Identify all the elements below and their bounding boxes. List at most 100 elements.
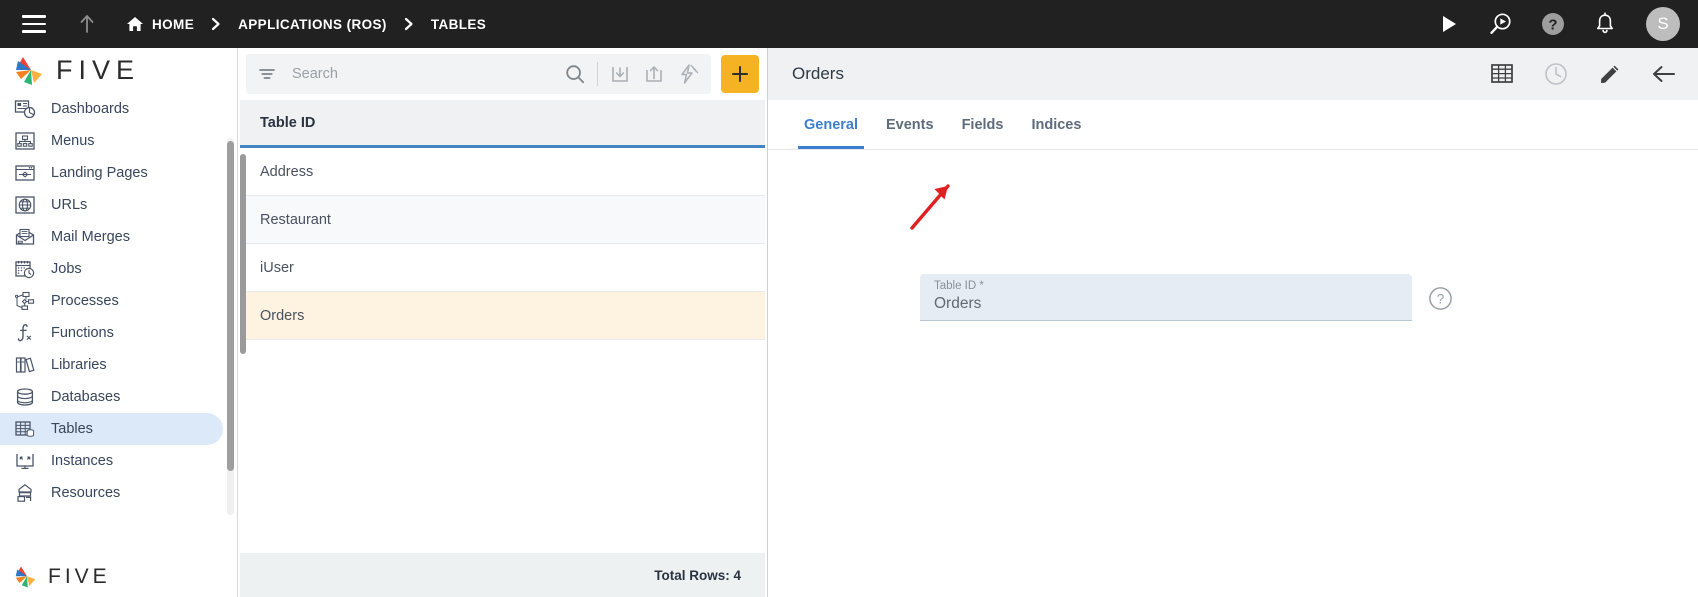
table-row[interactable]: Restaurant [240, 196, 765, 244]
functions-integral-icon [12, 321, 38, 345]
help-icon[interactable]: ? [1538, 9, 1568, 39]
detail-tabs: General Events Fields Indices [768, 100, 1698, 150]
breadcrumb-separator-icon [404, 17, 414, 31]
page-title: Orders [792, 64, 844, 83]
resources-icon [12, 481, 38, 505]
sidebar-item-jobs[interactable]: Jobs [0, 253, 223, 285]
sidebar-footer-logo: FIVE [0, 557, 237, 597]
sidebar: FIVE Dashboards Menus Landing Pages URLs… [0, 48, 238, 597]
breadcrumb-item-tables[interactable]: TABLES [431, 17, 486, 32]
sidebar-item-databases[interactable]: Databases [0, 381, 223, 413]
detail-header: Orders [768, 48, 1698, 100]
main-body: FIVE Dashboards Menus Landing Pages URLs… [0, 48, 1698, 597]
total-rows-label: Total Rows: 4 [654, 567, 741, 583]
table-row-label: Address [260, 163, 314, 180]
list-footer: Total Rows: 4 [240, 553, 765, 597]
sidebar-item-label: Functions [51, 325, 114, 341]
list-scrollbar-thumb[interactable] [240, 154, 246, 354]
data-grid-icon[interactable] [1488, 60, 1516, 88]
sidebar-nav: Dashboards Menus Landing Pages URLs Mail… [0, 93, 237, 557]
landing-pages-icon [12, 161, 38, 185]
history-clock-icon[interactable] [1542, 60, 1570, 88]
sidebar-item-menus[interactable]: Menus [0, 125, 223, 157]
tab-fields[interactable]: Fields [948, 100, 1018, 149]
run-icon[interactable] [1434, 9, 1464, 39]
processes-flow-icon [12, 289, 38, 313]
table-id-field-row: Table ID * Orders ? [920, 274, 1453, 321]
table-row-selected[interactable]: Orders [240, 292, 765, 340]
tab-events[interactable]: Events [872, 100, 948, 149]
tables-list-panel: Table ID Address Restaurant iUser Orders [238, 48, 768, 597]
sidebar-item-mail-merges[interactable]: Mail Merges [0, 221, 223, 253]
breadcrumb-separator-icon [211, 17, 221, 31]
topbar-actions: ? S [1434, 7, 1680, 41]
list-column-header[interactable]: Table ID [240, 100, 765, 148]
tab-label: Events [886, 116, 934, 133]
sidebar-scrollbar-thumb[interactable] [227, 141, 234, 471]
sidebar-item-libraries[interactable]: Libraries [0, 349, 223, 381]
urls-globe-icon [12, 193, 38, 217]
libraries-books-icon [12, 353, 38, 377]
sidebar-item-instances[interactable]: Instances [0, 445, 223, 477]
hamburger-menu-icon[interactable] [22, 15, 46, 33]
jobs-calendar-clock-icon [12, 257, 38, 281]
sidebar-item-processes[interactable]: Processes [0, 285, 223, 317]
top-navigation-bar: HOME APPLICATIONS (ROS) TABLES ? S [0, 0, 1698, 52]
filter-icon[interactable] [252, 66, 282, 82]
tab-general[interactable]: General [790, 100, 872, 149]
app-window: HOME APPLICATIONS (ROS) TABLES ? S FIVE … [0, 0, 1698, 597]
table-row[interactable]: iUser [240, 244, 765, 292]
svg-text:?: ? [1437, 292, 1445, 307]
sidebar-logo[interactable]: FIVE [0, 48, 237, 93]
sidebar-item-label: Resources [51, 485, 121, 501]
breadcrumb-label: TABLES [430, 16, 487, 32]
sidebar-item-dashboards[interactable]: Dashboards [0, 93, 223, 125]
breadcrumb-item-home[interactable]: HOME [126, 16, 194, 32]
quick-action-lightning-icon[interactable] [671, 57, 705, 91]
detail-header-actions [1488, 60, 1678, 88]
table-row-label: iUser [260, 259, 294, 276]
table-row-label: Restaurant [260, 211, 331, 228]
table-rows: Address Restaurant iUser Orders [240, 148, 765, 553]
search-bar [246, 54, 711, 94]
table-row[interactable]: Address [240, 148, 765, 196]
export-icon[interactable] [637, 57, 671, 91]
sidebar-item-label: Menus [51, 133, 95, 149]
sidebar-item-landing-pages[interactable]: Landing Pages [0, 157, 223, 189]
sidebar-item-urls[interactable]: URLs [0, 189, 223, 221]
svg-text:?: ? [1548, 17, 1557, 34]
sidebar-logo-text: FIVE [56, 55, 141, 85]
sidebar-item-label: URLs [51, 197, 88, 213]
menus-icon [12, 129, 38, 153]
sidebar-nav-list: Dashboards Menus Landing Pages URLs Mail… [0, 93, 237, 509]
search-input[interactable] [282, 66, 558, 82]
sidebar-item-resources[interactable]: Resources [0, 477, 223, 509]
avatar[interactable]: S [1646, 7, 1680, 41]
dashboards-icon [12, 97, 38, 121]
import-icon[interactable] [603, 57, 637, 91]
list-toolbar [238, 48, 767, 100]
avatar-initial: S [1657, 14, 1669, 33]
sidebar-item-label: Processes [51, 293, 119, 309]
sidebar-item-label: Instances [51, 453, 114, 469]
back-arrow-icon[interactable] [1650, 60, 1678, 88]
breadcrumb-label: APPLICATIONS (ROS) [238, 16, 387, 32]
sidebar-item-functions[interactable]: Functions [0, 317, 223, 349]
add-table-button[interactable] [721, 55, 759, 93]
mail-merges-icon [12, 225, 38, 249]
edit-pencil-icon[interactable] [1596, 60, 1624, 88]
table-id-field-value: Orders [934, 295, 982, 312]
tab-indices[interactable]: Indices [1017, 100, 1095, 149]
search-icon[interactable] [558, 57, 592, 91]
sidebar-item-tables[interactable]: Tables [0, 413, 223, 445]
help-circle-icon[interactable]: ? [1428, 286, 1453, 316]
detail-panel: Orders General Events Fields Indices Tab… [768, 48, 1698, 597]
notifications-bell-icon[interactable] [1590, 9, 1620, 39]
tables-grid-icon [12, 417, 38, 441]
sidebar-item-label: Tables [51, 421, 93, 437]
arrow-up-icon[interactable] [76, 13, 98, 35]
table-id-field[interactable]: Table ID * Orders [920, 274, 1412, 321]
home-icon [126, 16, 144, 32]
breadcrumb-item-applications[interactable]: APPLICATIONS (ROS) [238, 17, 387, 32]
preview-run-icon[interactable] [1486, 9, 1516, 39]
